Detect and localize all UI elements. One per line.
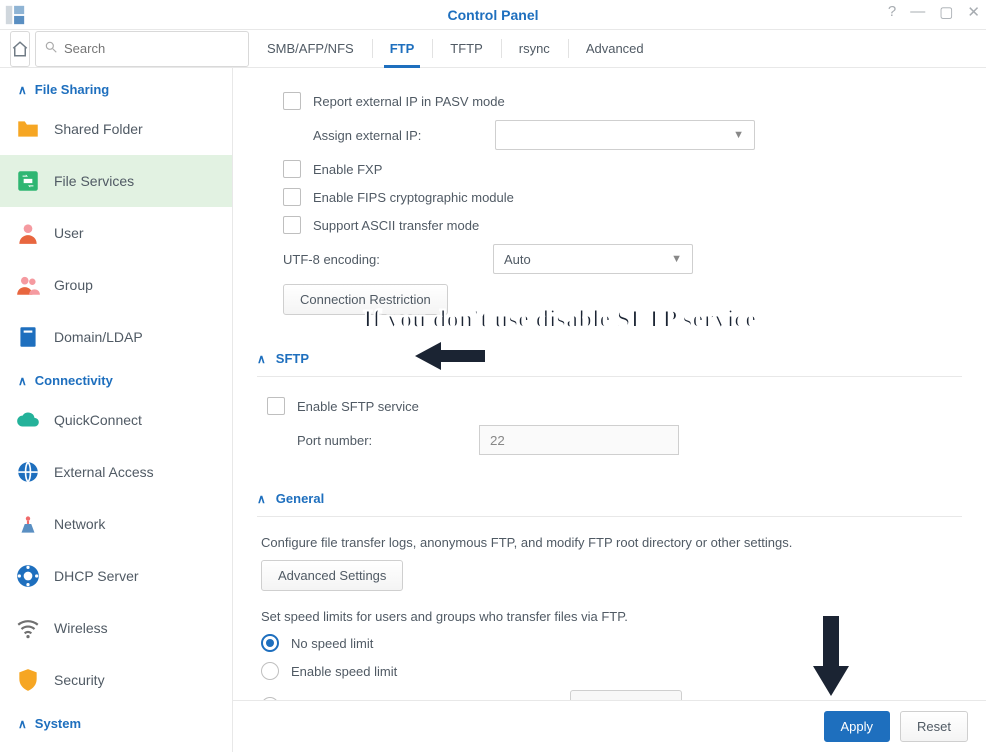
sidebar-item-dhcp-server[interactable]: DHCP Server — [0, 550, 232, 602]
ftp-section-body: Report external IP in PASV mode Assign e… — [257, 78, 962, 335]
chevron-down-icon: ▼ — [733, 129, 744, 141]
general-section-body: Configure file transfer logs, anonymous … — [257, 517, 962, 700]
shield-icon — [14, 666, 42, 694]
sidebar-group-file-sharing[interactable]: ∧File Sharing — [0, 72, 232, 103]
label-no-speed-limit: No speed limit — [291, 636, 373, 651]
content-area: Report external IP in PASV mode Assign e… — [233, 68, 986, 752]
sidebar-item-domain-ldap[interactable]: Domain/LDAP — [0, 311, 232, 363]
label-utf8: UTF-8 encoding: — [283, 252, 481, 267]
sidebar-item-label: QuickConnect — [54, 412, 142, 428]
tab-advanced[interactable]: Advanced — [568, 30, 662, 67]
window-titlebar: Control Panel ? — ▢ ✕ — [0, 0, 986, 30]
dhcp-icon — [14, 562, 42, 590]
checkbox-support-ascii[interactable] — [283, 216, 301, 234]
sidebar-item-shared-folder[interactable]: Shared Folder — [0, 103, 232, 155]
connection-restriction-button[interactable]: Connection Restriction — [283, 284, 448, 315]
select-utf8[interactable]: Auto▼ — [493, 244, 693, 274]
label-enable-fips: Enable FIPS cryptographic module — [313, 190, 514, 205]
sidebar-item-user[interactable]: User — [0, 207, 232, 259]
user-icon — [14, 219, 42, 247]
sidebar-item-label: Shared Folder — [54, 121, 143, 137]
radio-enable-speed-limit[interactable] — [261, 662, 279, 680]
checkbox-enable-sftp[interactable] — [267, 397, 285, 415]
tab-rsync[interactable]: rsync — [501, 30, 568, 67]
sidebar-item-label: Domain/LDAP — [54, 329, 143, 345]
antenna-icon — [14, 510, 42, 538]
chevron-up-icon: ∧ — [18, 717, 27, 731]
group-icon — [14, 271, 42, 299]
section-header-general[interactable]: ∧General — [257, 481, 962, 517]
sidebar-item-label: Security — [54, 672, 105, 688]
radio-no-speed-limit[interactable] — [261, 634, 279, 652]
tab-tftp[interactable]: TFTP — [432, 30, 501, 67]
label-enable-sftp: Enable SFTP service — [297, 399, 419, 414]
label-assign-ip: Assign external IP: — [313, 128, 483, 143]
section-header-sftp[interactable]: ∧SFTP — [257, 341, 962, 377]
sidebar-item-wireless[interactable]: Wireless — [0, 602, 232, 654]
sidebar-item-info-center[interactable]: i Info Center — [0, 737, 232, 752]
footer: Apply Reset — [233, 700, 986, 752]
sftp-section-body: Enable SFTP service Port number: — [257, 377, 962, 475]
sidebar-group-system[interactable]: ∧System — [0, 706, 232, 737]
select-assign-ip[interactable]: ▼ — [495, 120, 755, 150]
sidebar-item-network[interactable]: Network — [0, 498, 232, 550]
help-icon[interactable]: ? — [888, 3, 896, 21]
advanced-settings-button[interactable]: Advanced Settings — [261, 560, 403, 591]
home-button[interactable] — [10, 31, 30, 67]
chevron-down-icon: ▼ — [671, 253, 682, 265]
sidebar-item-file-services[interactable]: File Services — [0, 155, 232, 207]
file-swap-icon — [14, 167, 42, 195]
sidebar-group-connectivity[interactable]: ∧Connectivity — [0, 363, 232, 394]
sidebar-item-label: Wireless — [54, 620, 108, 636]
folder-icon — [14, 115, 42, 143]
chevron-up-icon: ∧ — [257, 492, 266, 506]
label-enable-speed-limit: Enable speed limit — [291, 664, 397, 679]
checkbox-report-pasv[interactable] — [283, 92, 301, 110]
reset-button[interactable]: Reset — [900, 711, 968, 742]
label-support-ascii: Support ASCII transfer mode — [313, 218, 479, 233]
chevron-up-icon: ∧ — [18, 83, 27, 97]
home-icon — [11, 40, 29, 58]
sidebar-item-group[interactable]: Group — [0, 259, 232, 311]
text-general-desc: Configure file transfer logs, anonymous … — [261, 535, 962, 550]
tab-ftp[interactable]: FTP — [372, 30, 433, 67]
wifi-icon — [14, 614, 42, 642]
cloud-icon — [14, 406, 42, 434]
book-icon — [14, 323, 42, 351]
sidebar-item-label: File Services — [54, 173, 134, 189]
close-icon[interactable]: ✕ — [967, 3, 980, 21]
label-report-pasv: Report external IP in PASV mode — [313, 94, 505, 109]
sidebar-item-label: User — [54, 225, 84, 241]
tab-bar: SMB/AFP/NFS FTP TFTP rsync Advanced — [233, 30, 986, 67]
sidebar-item-label: External Access — [54, 464, 154, 480]
maximize-icon[interactable]: ▢ — [939, 3, 953, 21]
sidebar-item-label: DHCP Server — [54, 568, 139, 584]
set-schedule-button[interactable]: Set Schedule — [570, 690, 681, 700]
globe-icon — [14, 458, 42, 486]
window-title: Control Panel — [0, 7, 986, 23]
sidebar-item-external-access[interactable]: External Access — [0, 446, 232, 498]
apply-button[interactable]: Apply — [824, 711, 891, 742]
search-input[interactable] — [64, 41, 240, 56]
search-icon — [44, 40, 58, 57]
sidebar-item-quickconnect[interactable]: QuickConnect — [0, 394, 232, 446]
search-box[interactable] — [35, 31, 249, 67]
text-speed-desc: Set speed limits for users and groups wh… — [261, 609, 962, 624]
sidebar: ∧File Sharing Shared Folder File Service… — [0, 68, 233, 752]
chevron-up-icon: ∧ — [18, 374, 27, 388]
sidebar-item-label: Network — [54, 516, 105, 532]
sidebar-item-security[interactable]: Security — [0, 654, 232, 706]
checkbox-enable-fips[interactable] — [283, 188, 301, 206]
tab-smb[interactable]: SMB/AFP/NFS — [249, 30, 372, 67]
minimize-icon[interactable]: — — [910, 3, 925, 21]
checkbox-enable-fxp[interactable] — [283, 160, 301, 178]
radio-speed-schedule[interactable] — [261, 697, 279, 701]
label-port: Port number: — [297, 433, 467, 448]
input-sftp-port[interactable] — [479, 425, 679, 455]
toolbar-row: SMB/AFP/NFS FTP TFTP rsync Advanced — [0, 30, 986, 68]
sidebar-item-label: Group — [54, 277, 93, 293]
label-enable-fxp: Enable FXP — [313, 162, 382, 177]
chevron-up-icon: ∧ — [257, 352, 266, 366]
